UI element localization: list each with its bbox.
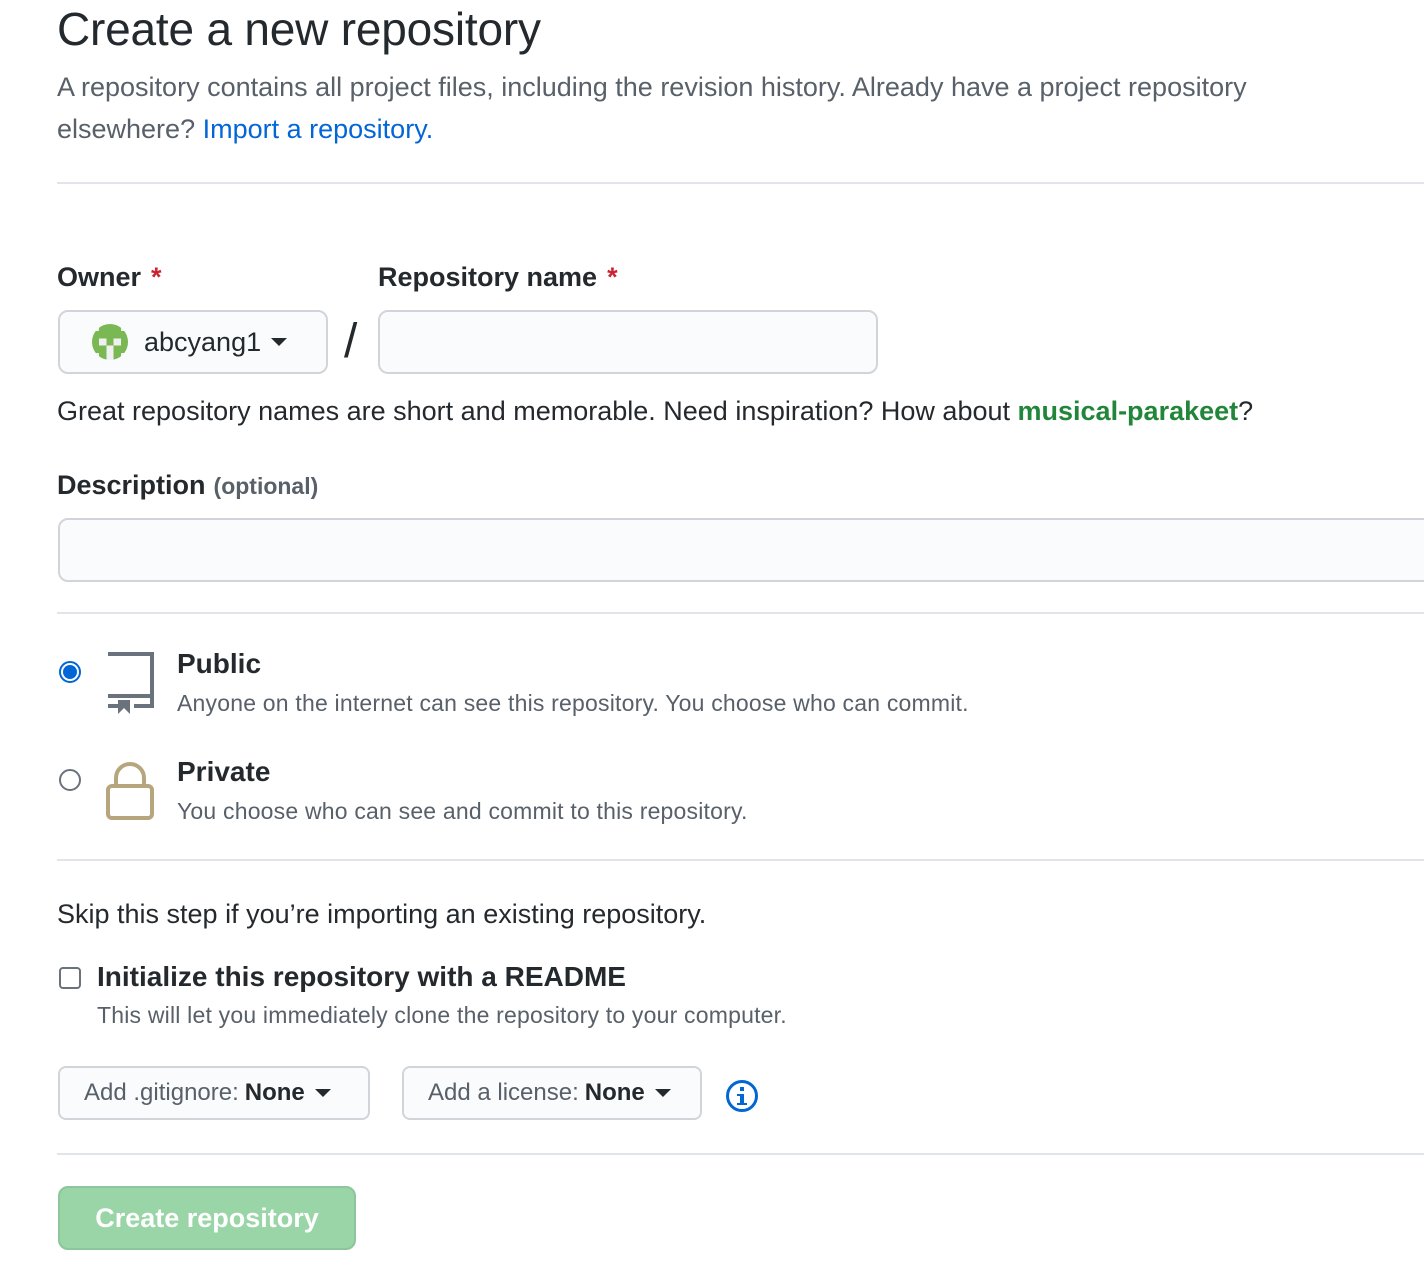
license-value: None (584, 1079, 645, 1106)
owner-label: Owner * (57, 262, 162, 292)
private-option-title: Private (177, 756, 271, 787)
chevron-down-icon (654, 1089, 671, 1097)
gitignore-value: None (244, 1079, 305, 1106)
info-icon[interactable] (725, 1079, 759, 1118)
page-intro: A repository contains all project files,… (57, 66, 1387, 150)
divider (57, 612, 1424, 614)
skip-note: Skip this step if you’re importing an ex… (57, 899, 707, 929)
chevron-down-icon (271, 338, 288, 346)
required-mark: * (151, 262, 162, 292)
private-radio[interactable] (59, 769, 81, 791)
page-title: Create a new repository (57, 3, 541, 55)
required-mark: * (607, 262, 618, 292)
path-separator: / (344, 315, 358, 368)
description-input[interactable] (58, 518, 1424, 582)
gitignore-select-button[interactable]: Add .gitignore: None (58, 1066, 370, 1120)
public-option-title: Public (177, 648, 262, 679)
readme-checkbox[interactable] (59, 967, 81, 989)
owner-select-button[interactable]: abcyang1 (58, 310, 328, 374)
import-repository-link[interactable]: Import a repository. (203, 114, 434, 144)
avatar-icon (92, 324, 128, 360)
optional-tag: (optional) (213, 473, 319, 499)
license-prefix: Add a license: (428, 1079, 579, 1106)
readme-description: This will let you immediately clone the … (97, 1002, 787, 1028)
repository-name-input[interactable] (378, 310, 878, 374)
private-option-description: You choose who can see and commit to thi… (177, 798, 748, 824)
divider (57, 1153, 1424, 1155)
license-select-button[interactable]: Add a license: None (402, 1066, 702, 1120)
repository-name-label: Repository name * (378, 262, 618, 292)
gitignore-prefix: Add .gitignore: (84, 1079, 239, 1106)
repo-icon (104, 650, 156, 721)
public-radio[interactable] (59, 661, 81, 683)
name-hint: Great repository names are short and mem… (57, 396, 1254, 426)
description-label: Description (optional) (57, 470, 319, 500)
chevron-down-icon (314, 1089, 331, 1097)
lock-icon (104, 760, 156, 827)
suggested-name-link[interactable]: musical-parakeet (1018, 396, 1239, 426)
readme-label[interactable]: Initialize this repository with a README (97, 961, 626, 993)
divider (57, 182, 1424, 184)
create-repository-button[interactable]: Create repository (58, 1186, 356, 1250)
public-option-description: Anyone on the internet can see this repo… (177, 690, 969, 716)
divider (57, 859, 1424, 861)
owner-name: abcyang1 (144, 326, 262, 357)
